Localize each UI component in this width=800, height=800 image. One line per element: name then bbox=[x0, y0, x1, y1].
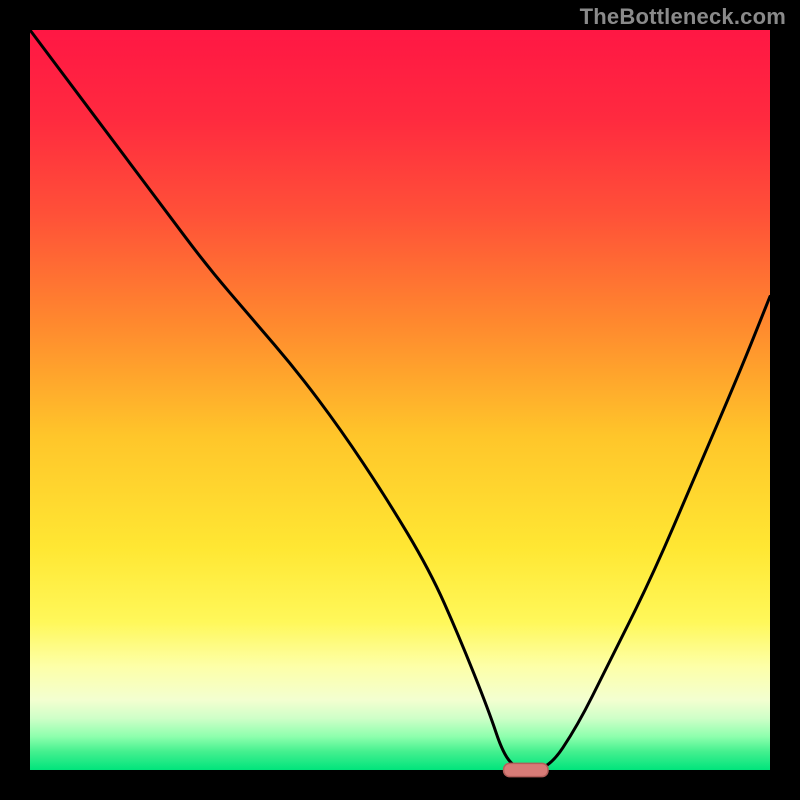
chart-frame: { "watermark": "TheBottleneck.com", "col… bbox=[0, 0, 800, 800]
bottleneck-chart bbox=[0, 0, 800, 800]
watermark-text: TheBottleneck.com bbox=[580, 4, 786, 30]
optimum-marker bbox=[504, 763, 548, 776]
plot-background bbox=[30, 30, 770, 770]
